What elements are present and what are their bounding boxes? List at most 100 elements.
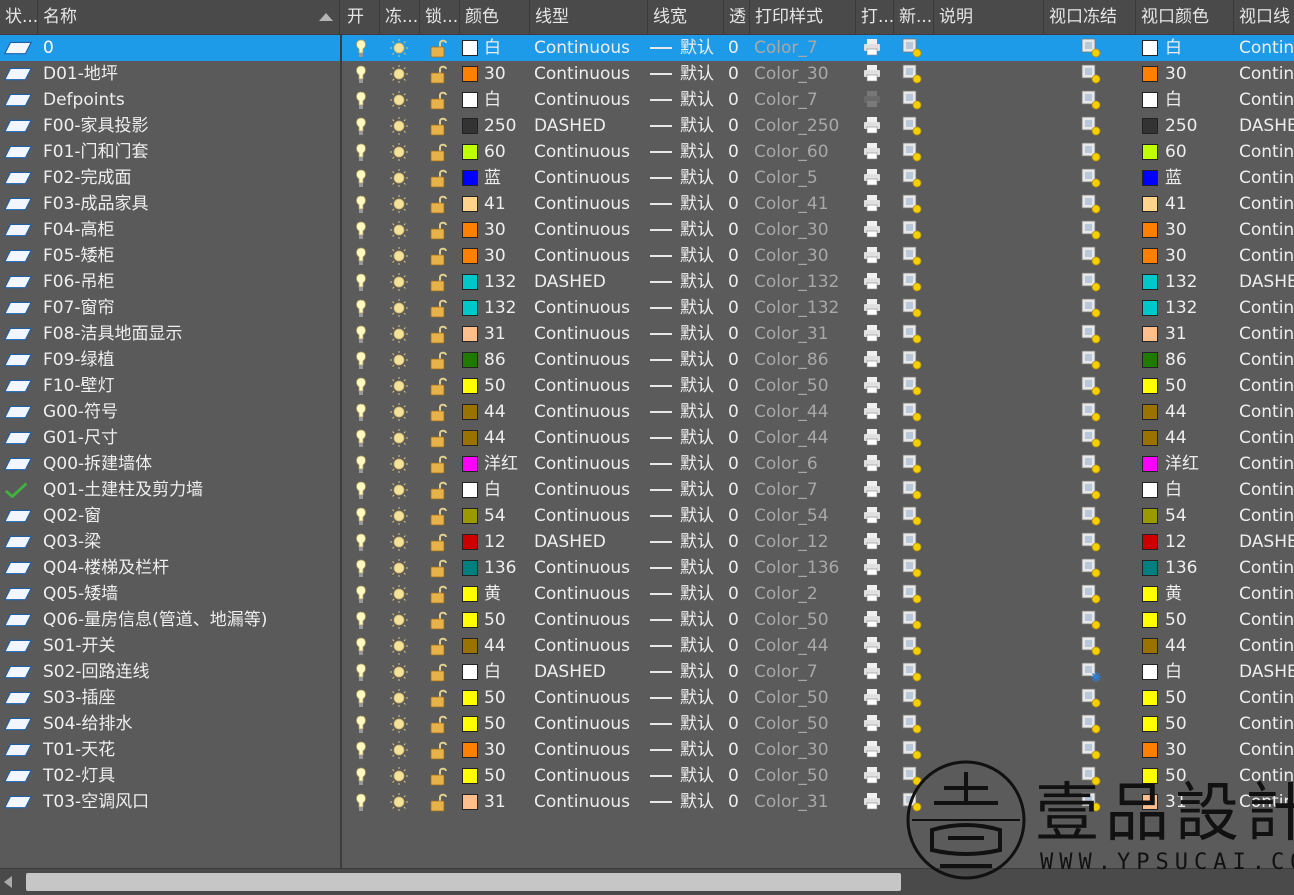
printer-icon[interactable] <box>863 584 881 602</box>
vp-color-swatch[interactable] <box>1142 92 1158 108</box>
layer-row[interactable]: F09-绿植 <box>0 347 340 373</box>
col-vp-freeze[interactable]: 视口冻结 <box>1044 0 1136 34</box>
layer-row[interactable]: Q06-量房信息(管道、地漏等) <box>0 607 340 633</box>
layer-properties-row[interactable]: 41 Continuous 默认 0 Color_41 41 Contin <box>342 191 1294 217</box>
new-vp-freeze-icon[interactable] <box>902 298 922 318</box>
bulb-on-icon[interactable] <box>352 662 370 682</box>
layer-row[interactable]: T03-空调风口 <box>0 789 340 815</box>
vp-thaw-icon[interactable] <box>1081 350 1101 370</box>
color-swatch[interactable] <box>462 482 478 498</box>
layer-status-icon[interactable] <box>3 170 33 186</box>
printer-icon[interactable] <box>863 220 881 238</box>
vp-color-swatch[interactable] <box>1142 482 1158 498</box>
sun-thaw-icon[interactable] <box>389 116 409 136</box>
layer-row[interactable]: Q04-楼梯及栏杆 <box>0 555 340 581</box>
col-transparency[interactable]: 透 <box>724 0 750 34</box>
printer-icon[interactable] <box>863 64 881 82</box>
sun-thaw-icon[interactable] <box>389 90 409 110</box>
layer-status-icon[interactable] <box>3 508 33 524</box>
new-vp-freeze-icon[interactable] <box>902 714 922 734</box>
new-vp-freeze-icon[interactable] <box>902 220 922 240</box>
layer-status-icon[interactable] <box>3 248 33 264</box>
vp-thaw-icon[interactable] <box>1081 584 1101 604</box>
unlocked-icon[interactable] <box>428 584 448 604</box>
vp-thaw-icon[interactable] <box>1081 38 1101 58</box>
vp-color-swatch[interactable] <box>1142 352 1158 368</box>
layer-status-icon[interactable] <box>3 456 33 472</box>
printer-icon[interactable] <box>863 662 881 680</box>
layer-status-icon[interactable] <box>3 40 33 56</box>
layer-row[interactable]: F07-窗帘 <box>0 295 340 321</box>
vp-thaw-icon[interactable] <box>1081 194 1101 214</box>
sun-thaw-icon[interactable] <box>389 558 409 578</box>
bulb-on-icon[interactable] <box>352 558 370 578</box>
printer-icon[interactable] <box>863 532 881 550</box>
layer-status-icon[interactable] <box>3 430 33 446</box>
color-swatch[interactable] <box>462 118 478 134</box>
layer-status-icon[interactable] <box>3 352 33 368</box>
unlocked-icon[interactable] <box>428 246 448 266</box>
sun-thaw-icon[interactable] <box>389 194 409 214</box>
bulb-on-icon[interactable] <box>352 506 370 526</box>
sun-thaw-icon[interactable] <box>389 636 409 656</box>
bulb-on-icon[interactable] <box>352 272 370 292</box>
layer-properties-row[interactable]: 50 Continuous 默认 0 Color_50 50 Contin <box>342 373 1294 399</box>
layer-properties-row[interactable]: 136 Continuous 默认 0 Color_136 136 Contin <box>342 555 1294 581</box>
layer-properties-row[interactable]: 白 DASHED 默认 0 Color_7 白 DASHE <box>342 659 1294 685</box>
vp-thaw-icon[interactable] <box>1081 64 1101 84</box>
bulb-on-icon[interactable] <box>352 428 370 448</box>
color-swatch[interactable] <box>462 794 478 810</box>
unlocked-icon[interactable] <box>428 194 448 214</box>
sun-thaw-icon[interactable] <box>389 610 409 630</box>
layer-row[interactable]: S03-插座 <box>0 685 340 711</box>
color-swatch[interactable] <box>462 560 478 576</box>
layer-row[interactable]: F10-壁灯 <box>0 373 340 399</box>
color-swatch[interactable] <box>462 40 478 56</box>
vp-thaw-icon[interactable] <box>1081 402 1101 422</box>
sun-thaw-icon[interactable] <box>389 532 409 552</box>
new-vp-freeze-icon[interactable] <box>902 64 922 84</box>
new-vp-freeze-icon[interactable] <box>902 506 922 526</box>
printer-icon[interactable] <box>863 168 881 186</box>
sun-thaw-icon[interactable] <box>389 584 409 604</box>
layer-row[interactable]: F03-成品家具 <box>0 191 340 217</box>
sun-thaw-icon[interactable] <box>389 740 409 760</box>
scroll-left-icon[interactable] <box>4 876 12 888</box>
vp-thaw-icon[interactable] <box>1081 558 1101 578</box>
layer-row[interactable]: F08-洁具地面显示 <box>0 321 340 347</box>
new-vp-freeze-icon[interactable] <box>902 376 922 396</box>
layer-status-icon[interactable] <box>3 586 33 602</box>
unlocked-icon[interactable] <box>428 350 448 370</box>
color-swatch[interactable] <box>462 742 478 758</box>
bulb-on-icon[interactable] <box>352 740 370 760</box>
unlocked-icon[interactable] <box>428 740 448 760</box>
layer-properties-row[interactable]: 50 Continuous 默认 0 Color_50 50 Contin <box>342 685 1294 711</box>
layer-status-icon[interactable] <box>3 560 33 576</box>
sun-thaw-icon[interactable] <box>389 376 409 396</box>
printer-icon[interactable] <box>863 194 881 212</box>
layer-properties-row[interactable]: 54 Continuous 默认 0 Color_54 54 Contin <box>342 503 1294 529</box>
layer-properties-row[interactable]: 蓝 Continuous 默认 0 Color_5 蓝 Contin <box>342 165 1294 191</box>
layer-properties-row[interactable]: 44 Continuous 默认 0 Color_44 44 Contin <box>342 399 1294 425</box>
unlocked-icon[interactable] <box>428 714 448 734</box>
unlocked-icon[interactable] <box>428 662 448 682</box>
printer-icon[interactable] <box>863 506 881 524</box>
col-plot-style[interactable]: 打印样式 <box>750 0 856 34</box>
vp-thaw-icon[interactable] <box>1081 246 1101 266</box>
layer-status-icon[interactable] <box>3 326 33 342</box>
unlocked-icon[interactable] <box>428 272 448 292</box>
bulb-on-icon[interactable] <box>352 350 370 370</box>
bulb-on-icon[interactable] <box>352 688 370 708</box>
unlocked-icon[interactable] <box>428 90 448 110</box>
new-vp-freeze-icon[interactable] <box>902 454 922 474</box>
layer-properties-row[interactable]: 30 Continuous 默认 0 Color_30 30 Contin <box>342 61 1294 87</box>
color-swatch[interactable] <box>462 66 478 82</box>
new-vp-freeze-icon[interactable] <box>902 428 922 448</box>
vp-thaw-icon[interactable] <box>1081 272 1101 292</box>
unlocked-icon[interactable] <box>428 454 448 474</box>
unlocked-icon[interactable] <box>428 688 448 708</box>
layer-row[interactable]: F01-门和门套 <box>0 139 340 165</box>
layer-row[interactable]: D01-地坪 <box>0 61 340 87</box>
color-swatch[interactable] <box>462 664 478 680</box>
color-swatch[interactable] <box>462 638 478 654</box>
